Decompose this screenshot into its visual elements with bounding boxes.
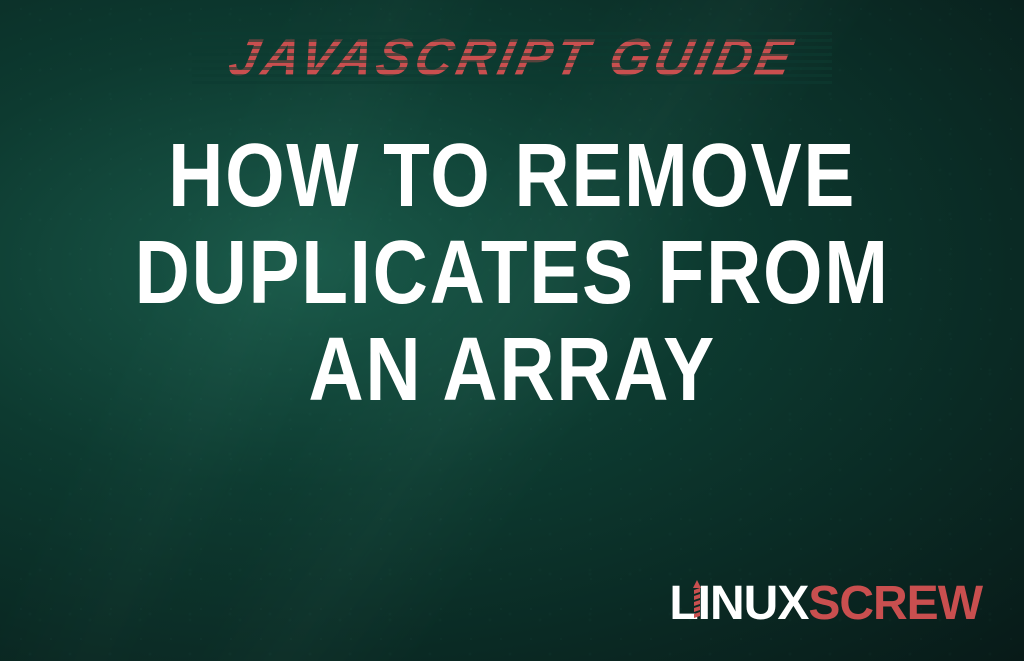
title-line-1: HOW TO REMOVE — [134, 128, 889, 225]
title-line-2: DUPLICATES FROM — [134, 225, 889, 322]
screw-icon — [689, 578, 705, 622]
brand-logo: LINUX SCREW — [669, 576, 982, 631]
content-container: JAVASCRIPT GUIDE HOW TO REMOVE DUPLICATE… — [0, 0, 1024, 661]
title-line-3: AN ARRAY — [134, 322, 889, 419]
main-title: HOW TO REMOVE DUPLICATES FROM AN ARRAY — [134, 128, 889, 420]
logo-text-screw: SCREW — [808, 576, 982, 631]
header-label: JAVASCRIPT GUIDE — [223, 28, 801, 88]
logo-text-linux: LINUX — [669, 576, 808, 631]
